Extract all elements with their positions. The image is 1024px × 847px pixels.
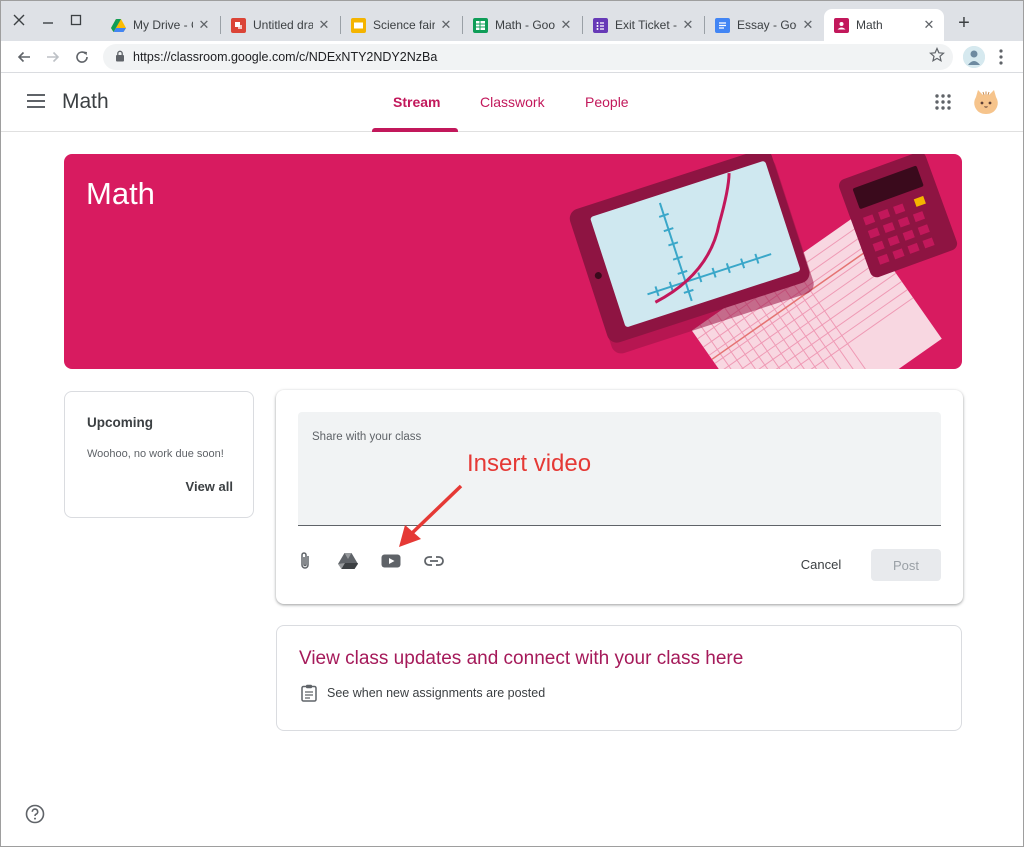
tab-close-icon[interactable]: ✕ <box>317 17 331 33</box>
google-drawings-icon <box>231 17 246 33</box>
user-avatar-cat-icon[interactable] <box>972 88 1000 116</box>
tab-title: My Drive - Go <box>133 18 193 32</box>
cancel-button[interactable]: Cancel <box>786 550 856 578</box>
tab-people[interactable]: People <box>585 94 629 110</box>
tab-stream[interactable]: Stream <box>393 94 440 110</box>
window-maximize-icon[interactable] <box>65 9 87 31</box>
class-title[interactable]: Math <box>62 90 109 114</box>
upcoming-empty-message: Woohoo, no work due soon! <box>87 448 224 460</box>
attach-file-paperclip-icon[interactable] <box>292 548 318 574</box>
google-forms-icon <box>593 17 608 33</box>
google-drive-icon <box>111 18 126 33</box>
browser-toolbar: https://classroom.google.com/c/NDExNTY2N… <box>1 41 1023 73</box>
new-tab-plus-icon[interactable]: + <box>953 13 975 35</box>
browser-window: My Drive - Go ✕ Untitled draw ✕ Science … <box>0 0 1024 847</box>
updates-info-text: See when new assignments are posted <box>327 686 546 700</box>
window-close-icon[interactable] <box>8 9 30 31</box>
tab-title: Essay - Goog <box>737 18 797 32</box>
google-docs-icon <box>715 17 730 33</box>
upcoming-heading: Upcoming <box>87 415 153 430</box>
annotation-arrow-icon <box>399 484 463 547</box>
reload-icon[interactable] <box>70 45 94 69</box>
banner-math-illustration-icon <box>569 154 958 369</box>
tab-close-icon[interactable]: ✕ <box>559 17 573 33</box>
tab-strip: My Drive - Go ✕ Untitled draw ✕ Science … <box>1 1 1023 41</box>
google-classroom-icon <box>834 17 849 33</box>
browser-profile-avatar[interactable] <box>963 46 985 68</box>
classroom-header: Math Stream Classwork People <box>1 73 1023 132</box>
bookmark-star-icon[interactable] <box>929 47 945 66</box>
browser-tab-essay[interactable]: Essay - Goog ✕ <box>705 9 823 41</box>
view-all-link[interactable]: View all <box>186 479 233 494</box>
main-menu-icon[interactable] <box>27 94 45 108</box>
tab-close-icon[interactable]: ✕ <box>681 17 695 33</box>
lock-icon <box>115 50 125 65</box>
browser-tab-my-drive[interactable]: My Drive - Go ✕ <box>101 9 219 41</box>
tab-close-icon[interactable]: ✕ <box>439 17 453 33</box>
address-bar[interactable]: https://classroom.google.com/c/NDExNTY2N… <box>103 44 953 70</box>
forward-arrow-icon[interactable] <box>41 45 65 69</box>
google-drive-attach-icon[interactable] <box>335 548 361 574</box>
share-placeholder: Share with your class <box>312 431 422 443</box>
tab-title: Math - Googl <box>495 18 555 32</box>
tab-title: Exit Ticket - C <box>615 18 677 32</box>
class-updates-card: View class updates and connect with your… <box>276 625 962 731</box>
google-slides-icon <box>351 17 366 33</box>
google-apps-grid-icon[interactable] <box>935 94 951 110</box>
insert-video-annotation: Insert video <box>467 450 592 477</box>
help-question-icon[interactable] <box>25 804 45 824</box>
tab-title: Math <box>856 18 883 32</box>
back-arrow-icon[interactable] <box>12 45 36 69</box>
browser-tab-science-fair[interactable]: Science fair - ✕ <box>341 9 461 41</box>
browser-tab-untitled-drawing[interactable]: Untitled draw ✕ <box>221 9 339 41</box>
banner-class-title: Math <box>86 176 155 211</box>
post-button[interactable]: Post <box>871 549 941 581</box>
google-sheets-icon <box>473 17 488 33</box>
url-text: https://classroom.google.com/c/NDExNTY2N… <box>133 50 438 64</box>
tab-close-icon[interactable]: ✕ <box>197 17 211 33</box>
tab-close-icon[interactable]: ✕ <box>922 17 936 33</box>
updates-info-row: See when new assignments are posted <box>301 684 545 702</box>
class-banner: Math <box>64 154 962 369</box>
tab-close-icon[interactable]: ✕ <box>801 17 815 33</box>
updates-headline: View class updates and connect with your… <box>299 648 744 669</box>
browser-tab-math-sheets[interactable]: Math - Googl ✕ <box>463 9 581 41</box>
window-minimize-icon[interactable] <box>37 9 59 31</box>
share-composer-card: Share with your class Cancel Post <box>276 390 963 604</box>
upcoming-card: Upcoming Woohoo, no work due soon! View … <box>64 391 254 518</box>
tab-classwork[interactable]: Classwork <box>480 94 545 110</box>
tab-title: Science fair - <box>373 18 435 32</box>
active-tab-indicator <box>372 128 458 132</box>
browser-tab-exit-ticket[interactable]: Exit Ticket - C ✕ <box>583 9 703 41</box>
browser-tab-math-classroom[interactable]: Math ✕ <box>824 9 944 41</box>
assignment-clipboard-icon <box>301 684 317 702</box>
tab-title: Untitled draw <box>253 18 313 32</box>
browser-menu-icon[interactable] <box>993 47 1009 67</box>
